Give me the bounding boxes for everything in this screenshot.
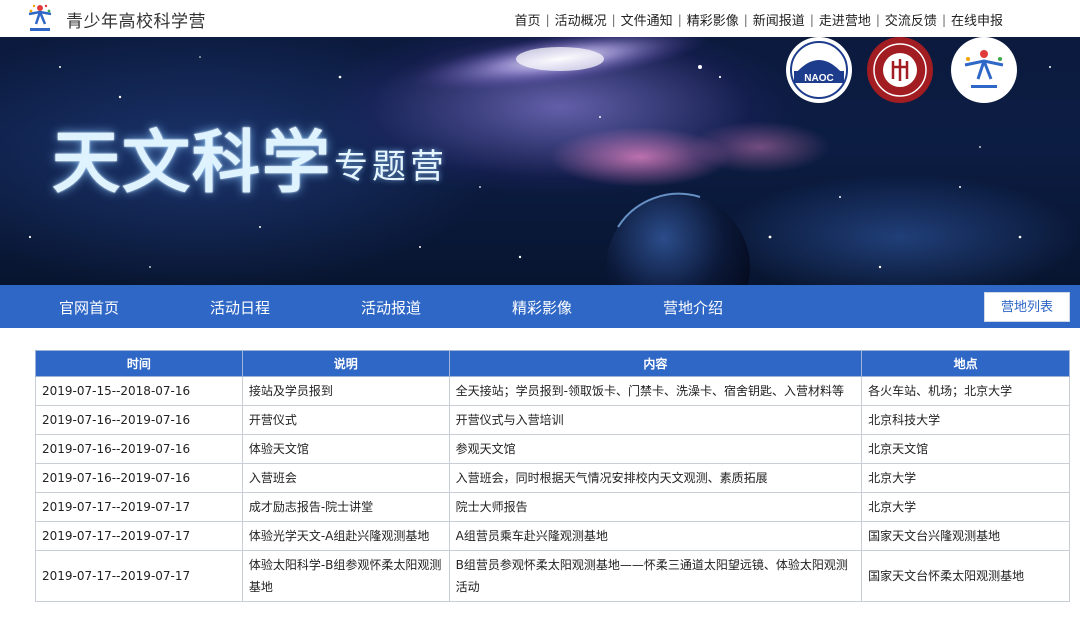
nav-reports[interactable]: 活动报道: [361, 297, 421, 318]
top-bar: 青少年高校科学营 首页 | 活动概况 | 文件通知 | 精彩影像 | 新闻报道 | 走进营…: [0, 0, 1080, 37]
cell-content: 参观天文馆: [448, 434, 863, 464]
top-nav-camps[interactable]: 走进营地: [814, 10, 876, 29]
cell-content: B组营员参观怀柔太阳观测基地——怀柔三通道太阳望远镜、体验太阳观测活动: [448, 550, 863, 602]
cell-content: 全天接站；学员报到-领取饭卡、门禁卡、洗澡卡、宿舍钥匙、入营材料等: [448, 376, 863, 406]
banner-subtitle: 专题营: [334, 147, 448, 187]
cell-description: 接站及学员报到: [241, 376, 450, 406]
cell-description: 成才励志报告-院士讲堂: [241, 492, 450, 522]
camp-logo-icon: [951, 37, 1017, 103]
hero-banner: 天文科学 专题营 NAOC: [0, 37, 1080, 285]
table-row: 2019-07-17--2019-07-17 体验太阳科学-B组参观怀柔太阳观测…: [35, 550, 1070, 602]
cell-content: 入营班会，同时根据天气情况安排校内天文观测、素质拓展: [448, 463, 863, 493]
cell-time: 2019-07-17--2019-07-17: [35, 521, 243, 551]
cell-time: 2019-07-17--2019-07-17: [35, 492, 243, 522]
column-header-description: 说明: [241, 350, 450, 377]
cell-time: 2019-07-15--2018-07-16: [35, 376, 243, 406]
table-row: 2019-07-15--2018-07-16 接站及学员报到 全天接站；学员报到…: [35, 376, 1070, 406]
column-header-location: 地点: [861, 350, 1070, 377]
cell-location: 北京科技大学: [861, 405, 1070, 435]
cell-time: 2019-07-16--2019-07-16: [35, 434, 243, 464]
cell-location: 国家天文台怀柔太阳观测基地: [861, 550, 1070, 602]
cell-content: 开营仪式与入营培训: [448, 405, 863, 435]
schedule-table: 时间 说明 内容 地点 2019-07-15--2018-07-16 接站及学员…: [35, 350, 1070, 602]
nav-camp-intro[interactable]: 营地介绍: [663, 297, 723, 318]
main-nav: 官网首页 活动日程 活动报道 精彩影像 营地介绍: [0, 285, 1080, 328]
table-row: 2019-07-16--2019-07-16 开营仪式 开营仪式与入营培训 北京…: [35, 405, 1070, 435]
camp-logo-icon[interactable]: [26, 2, 54, 34]
cell-description: 开营仪式: [241, 405, 450, 435]
cell-location: 北京天文馆: [861, 434, 1070, 464]
table-row: 2019-07-16--2019-07-16 体验天文馆 参观天文馆 北京天文馆: [35, 434, 1070, 464]
cell-time: 2019-07-17--2019-07-17: [35, 550, 243, 602]
cell-location: 北京大学: [861, 492, 1070, 522]
naoc-logo-icon: NAOC: [786, 37, 852, 103]
cell-time: 2019-07-16--2019-07-16: [35, 463, 243, 493]
cell-description: 入营班会: [241, 463, 450, 493]
top-nav-feedback[interactable]: 交流反馈: [880, 10, 942, 29]
cell-description: 体验太阳科学-B组参观怀柔太阳观测基地: [241, 550, 450, 602]
cell-location: 北京大学: [861, 463, 1070, 493]
top-nav-home[interactable]: 首页: [510, 10, 546, 29]
table-row: 2019-07-17--2019-07-17 成才励志报告-院士讲堂 院士大师报…: [35, 492, 1070, 522]
column-header-time: 时间: [35, 350, 243, 377]
camp-list-button[interactable]: 营地列表: [984, 292, 1070, 322]
top-nav-apply[interactable]: 在线申报: [946, 10, 1008, 29]
site-title[interactable]: 青少年高校科学营: [66, 7, 206, 32]
banner-title: 天文科学: [52, 124, 333, 203]
top-nav-overview[interactable]: 活动概况: [550, 10, 612, 29]
table-row: 2019-07-16--2019-07-16 入营班会 入营班会，同时根据天气情…: [35, 463, 1070, 493]
top-nav-news[interactable]: 新闻报道: [748, 10, 810, 29]
table-header-row: 时间 说明 内容 地点: [35, 350, 1070, 377]
cell-content: 院士大师报告: [448, 492, 863, 522]
cell-description: 体验光学天文-A组赴兴隆观测基地: [241, 521, 450, 551]
top-nav-gallery[interactable]: 精彩影像: [682, 10, 744, 29]
cell-time: 2019-07-16--2019-07-16: [35, 405, 243, 435]
top-nav: 首页 | 活动概况 | 文件通知 | 精彩影像 | 新闻报道 | 走进营地 | 交流反馈 | …: [510, 10, 1008, 30]
nav-schedule[interactable]: 活动日程: [210, 297, 270, 318]
cell-description: 体验天文馆: [241, 434, 450, 464]
nav-gallery[interactable]: 精彩影像: [512, 297, 572, 318]
peking-university-seal-icon: [867, 37, 933, 103]
cell-content: A组营员乘车赴兴隆观测基地: [448, 521, 863, 551]
table-row: 2019-07-17--2019-07-17 体验光学天文-A组赴兴隆观测基地 …: [35, 521, 1070, 551]
naoc-logo-text: NAOC: [804, 73, 833, 84]
top-nav-notices[interactable]: 文件通知: [616, 10, 678, 29]
nav-home[interactable]: 官网首页: [59, 297, 119, 318]
cell-location: 各火车站、机场；北京大学: [861, 376, 1070, 406]
column-header-content: 内容: [448, 350, 863, 377]
cell-location: 国家天文台兴隆观测基地: [861, 521, 1070, 551]
